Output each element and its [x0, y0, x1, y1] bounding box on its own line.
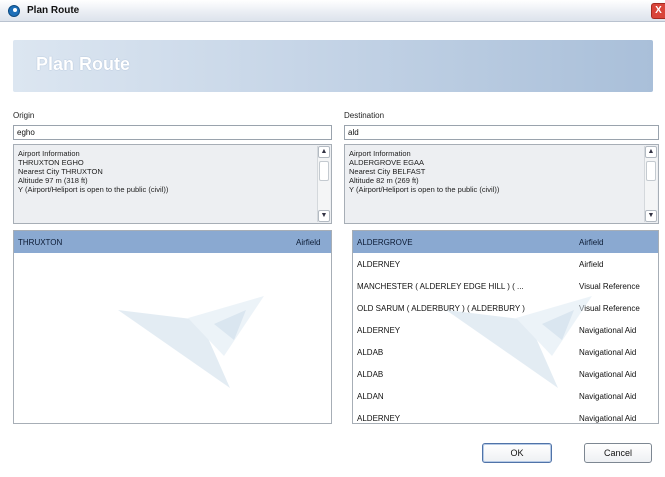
bird-watermark-icon: [446, 296, 592, 388]
result-type: Visual Reference: [579, 282, 640, 291]
scrollbar-thumb[interactable]: [319, 161, 329, 181]
header-banner: Plan Route: [13, 40, 653, 92]
destination-label: Destination: [344, 111, 385, 120]
scroll-down-arrow-icon[interactable]: ▼: [645, 210, 657, 222]
result-name: ALDAB: [357, 370, 384, 379]
result-type: Navigational Aid: [579, 414, 637, 423]
result-name: THRUXTON: [18, 238, 63, 247]
result-row[interactable]: ALDAN Navigational Aid: [353, 385, 658, 407]
window-title: Plan Route: [27, 5, 80, 16]
app-logo-icon: [8, 5, 20, 17]
scroll-down-arrow-icon[interactable]: ▼: [318, 210, 330, 222]
info-line: Airport Information: [349, 149, 411, 158]
origin-label: Origin: [13, 111, 35, 120]
result-row[interactable]: ALDERNEY Navigational Aid: [353, 407, 658, 423]
cancel-button[interactable]: Cancel: [584, 443, 652, 463]
destination-info-box: Airport Information ALDERGROVE EGAA Neares…: [344, 144, 659, 224]
info-line: Y (Airport/Heliport is open to the publi…: [349, 185, 500, 194]
origin-info-scrollbar[interactable]: ▲ ▼: [317, 146, 330, 222]
banner-title: Plan Route: [36, 54, 131, 74]
info-line: Altitude 97 m (318 ft): [18, 176, 88, 185]
title-bar[interactable]: Plan Route X: [0, 0, 665, 22]
result-name: ALDERNEY: [357, 414, 401, 423]
origin-info-box: Airport Information THRUXTON EGHO Nearest …: [13, 144, 332, 224]
info-line: Y (Airport/Heliport is open to the publi…: [18, 185, 169, 194]
result-row[interactable]: THRUXTON Airfield: [14, 231, 331, 253]
info-line: Nearest City THRUXTON: [18, 167, 103, 176]
info-line: THRUXTON EGHO: [18, 158, 84, 167]
bird-watermark-icon: [118, 296, 264, 388]
result-name: ALDAB: [357, 348, 384, 357]
result-row[interactable]: MANCHESTER ( ALDERLEY EDGE HILL ) ( ... V…: [353, 275, 658, 297]
result-type: Airfield: [296, 238, 321, 247]
result-type: Airfield: [579, 238, 604, 247]
result-row[interactable]: ALDERGROVE Airfield: [353, 231, 658, 253]
scrollbar-thumb[interactable]: [646, 161, 656, 181]
close-button[interactable]: X: [651, 3, 665, 19]
info-line: Altitude 82 m (269 ft): [349, 176, 419, 185]
result-name: MANCHESTER ( ALDERLEY EDGE HILL ) ( ...: [357, 282, 524, 291]
result-type: Airfield: [579, 260, 604, 269]
result-name: ALDERNEY: [357, 260, 401, 269]
scroll-up-arrow-icon[interactable]: ▲: [318, 146, 330, 158]
close-icon: X: [655, 5, 662, 16]
result-row[interactable]: ALDERNEY Airfield: [353, 253, 658, 275]
destination-input[interactable]: [344, 125, 659, 140]
scroll-up-arrow-icon[interactable]: ▲: [645, 146, 657, 158]
result-name: ALDERNEY: [357, 326, 401, 335]
info-line: Airport Information: [18, 149, 80, 158]
result-type: Navigational Aid: [579, 392, 637, 401]
result-name: ALDERGROVE: [357, 238, 413, 247]
origin-input[interactable]: [13, 125, 332, 140]
ok-button[interactable]: OK: [482, 443, 552, 463]
destination-info-scrollbar[interactable]: ▲ ▼: [644, 146, 657, 222]
info-line: Nearest City BELFAST: [349, 167, 426, 176]
result-name: ALDAN: [357, 392, 384, 401]
info-line: ALDERGROVE EGAA: [349, 158, 425, 167]
